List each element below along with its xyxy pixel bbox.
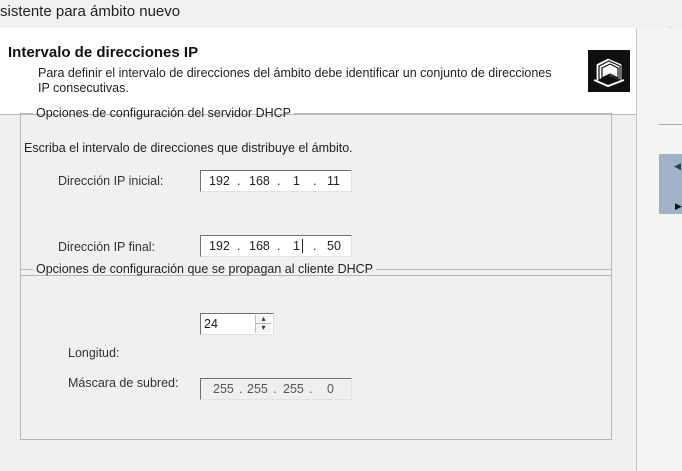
ip-dot: .	[313, 239, 317, 253]
mask-octet-3: 255	[283, 382, 304, 396]
client-options-legend: Opciones de configuración que se propaga…	[36, 262, 374, 276]
start-ip-octet-3[interactable]: 1	[293, 174, 300, 188]
ip-dot: .	[277, 174, 281, 188]
spin-down-icon[interactable]: ▾	[256, 324, 271, 332]
page-description: Para definir el intervalo de direcciones…	[38, 66, 552, 95]
end-ip-octet-3[interactable]: 1	[293, 239, 300, 253]
end-ip-label: Dirección IP final:	[58, 240, 156, 254]
end-ip-octet-4[interactable]: 50	[327, 239, 341, 253]
chevron-left-icon[interactable]: ◀	[674, 161, 681, 172]
title-bar: sistente para ámbito nuevo	[0, 0, 682, 28]
ip-dot: .	[313, 174, 317, 188]
subnet-mask-input[interactable]: 255 . 255 . 255 . 0	[200, 378, 352, 400]
start-ip-label: Dirección IP inicial:	[58, 174, 164, 188]
window-title: sistente para ámbito nuevo	[0, 3, 181, 20]
end-ip-octet-1[interactable]: 192	[209, 239, 230, 253]
wizard-header: Intervalo de direcciones IP Para definir…	[0, 28, 636, 115]
divider	[659, 124, 682, 125]
length-spinner[interactable]: 24 ▴ ▾	[200, 313, 274, 335]
mask-octet-4: 0	[327, 382, 334, 396]
start-ip-octet-2[interactable]: 168	[249, 174, 270, 188]
ip-dot: .	[273, 382, 277, 396]
ip-dot: .	[237, 174, 241, 188]
background-window-edge: ◀ ▶	[636, 28, 682, 471]
mask-octet-1: 255	[213, 382, 234, 396]
start-ip-octet-4[interactable]: 11	[327, 174, 340, 188]
start-ip-octet-1[interactable]: 192	[209, 174, 230, 188]
ip-dot: .	[237, 239, 241, 253]
end-ip-octet-2[interactable]: 168	[249, 239, 270, 253]
ip-dot: .	[277, 239, 281, 253]
length-label: Longitud:	[68, 346, 120, 360]
chevron-right-icon[interactable]: ▶	[675, 201, 682, 212]
mask-octet-2: 255	[247, 382, 268, 396]
start-ip-input[interactable]: 192 . 168 . 1 . 11	[200, 170, 352, 192]
range-instruction: Escriba el intervalo de direcciones que …	[24, 141, 353, 155]
text-caret	[302, 239, 303, 253]
folders-icon	[588, 50, 630, 92]
ip-dot: .	[239, 382, 243, 396]
ip-dot: .	[309, 382, 313, 396]
subnet-mask-label: Máscara de subred:	[68, 376, 179, 390]
server-options-legend: Opciones de configuración del servidor D…	[36, 106, 291, 120]
page-title: Intervalo de direcciones IP	[8, 44, 199, 61]
length-value[interactable]: 24	[204, 317, 218, 331]
spinner-buttons[interactable]: ▴ ▾	[255, 315, 271, 333]
end-ip-input[interactable]: 192 . 168 . 1 . 50	[200, 235, 352, 257]
